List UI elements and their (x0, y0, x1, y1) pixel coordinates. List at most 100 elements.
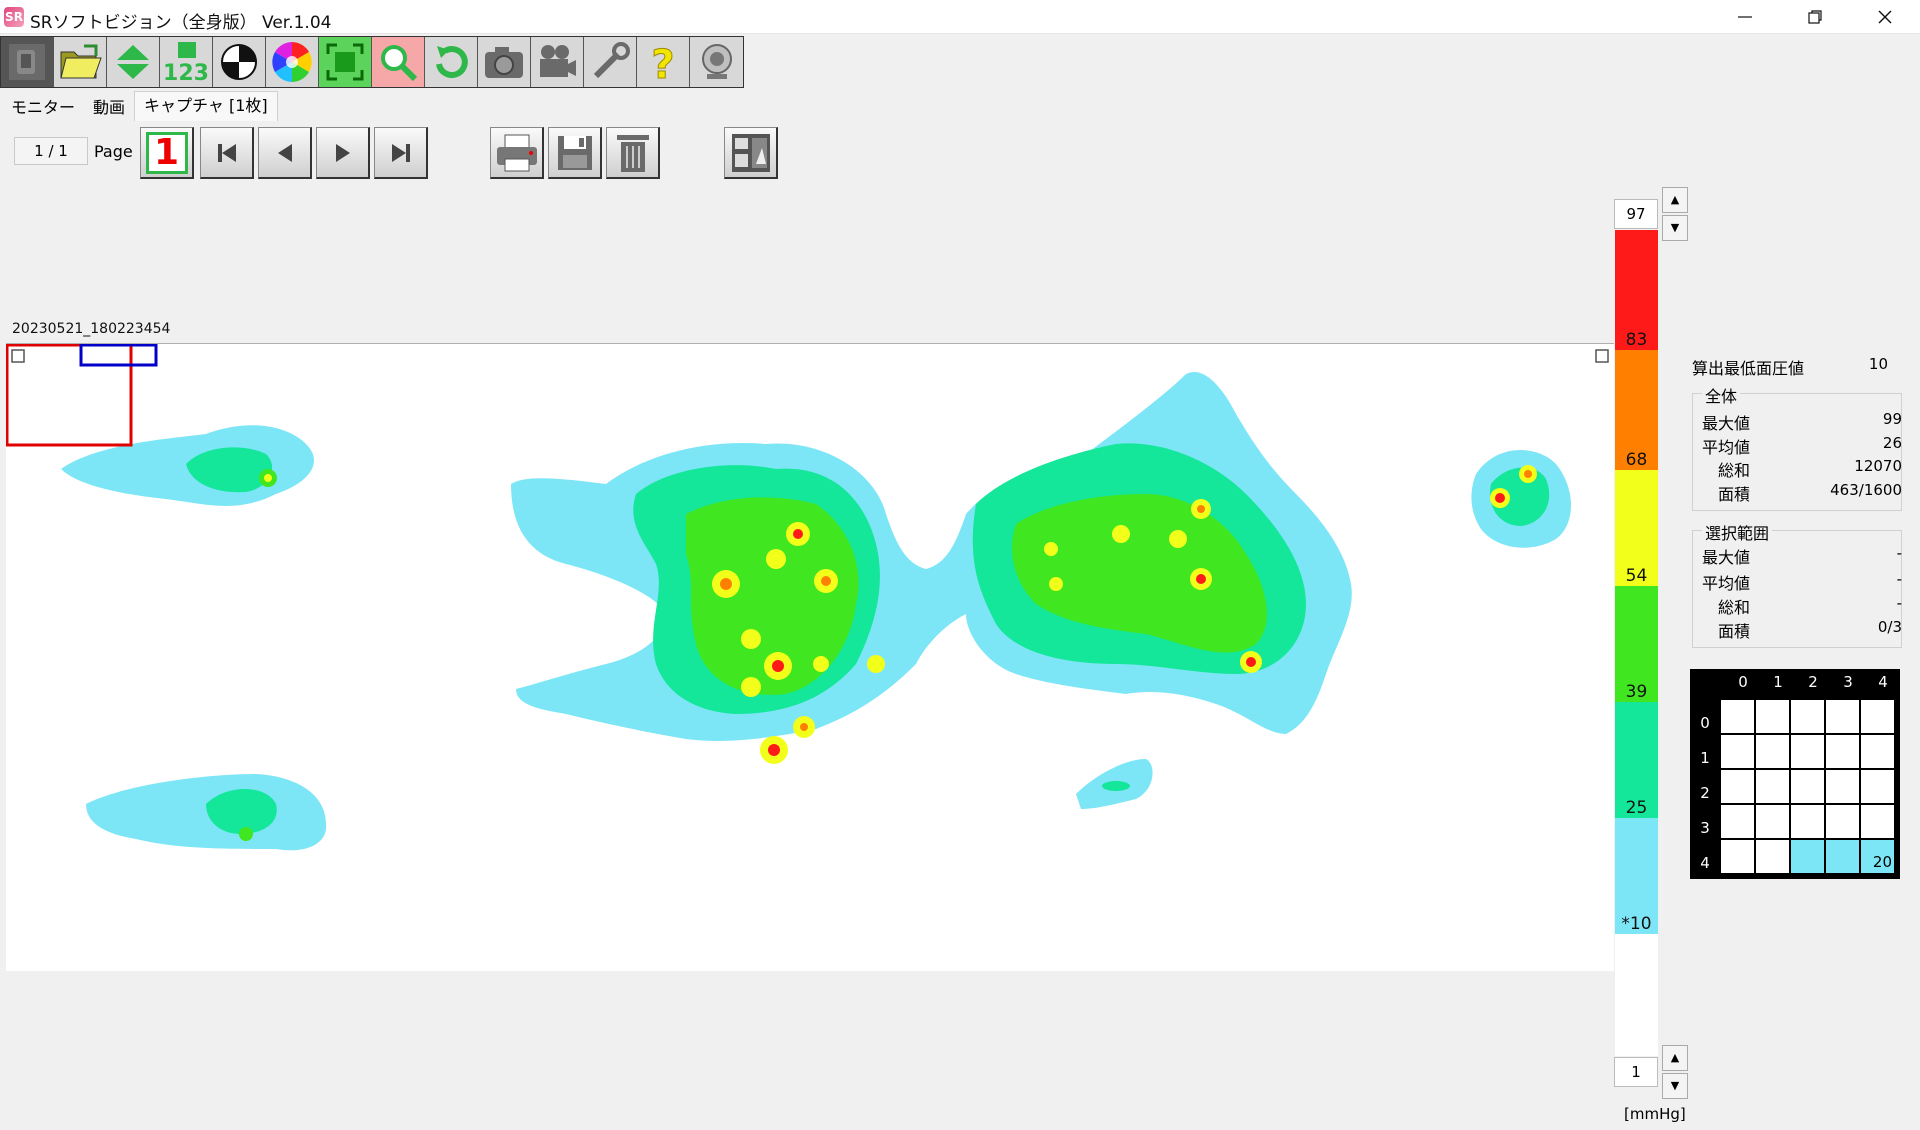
scale-max-field[interactable]: 97 (1614, 199, 1658, 229)
overall-title: 全体 (1702, 383, 1741, 407)
grid-cell[interactable] (1756, 735, 1790, 769)
next-page-button[interactable] (316, 127, 370, 179)
grid-cell-selected[interactable]: 20 (1861, 840, 1895, 874)
previous-icon (277, 143, 292, 162)
color-wheel-icon (272, 42, 312, 82)
rotate-button[interactable] (425, 37, 478, 87)
color-map-button[interactable] (266, 37, 319, 87)
grid-cell[interactable] (1721, 770, 1755, 804)
help-button[interactable]: ? (637, 37, 690, 87)
zoom-button[interactable] (372, 37, 425, 87)
grid-cell[interactable] (1826, 700, 1860, 734)
settings-button[interactable] (584, 37, 637, 87)
camera-button[interactable] (478, 37, 531, 87)
help-icon: ? (651, 42, 675, 85)
scale-min-down-button[interactable]: ▼ (1662, 1073, 1688, 1099)
printer-icon (496, 134, 537, 171)
skip-last-icon (391, 143, 410, 162)
sensor-button[interactable] (1, 37, 54, 87)
grid-cell[interactable] (1826, 805, 1860, 839)
print-button[interactable] (490, 127, 544, 179)
grid-cell[interactable] (1721, 805, 1755, 839)
wrench-icon (593, 42, 630, 79)
grid-cell[interactable] (1826, 770, 1860, 804)
save-icon (557, 135, 592, 170)
webcam-icon (701, 44, 732, 79)
grid-cell[interactable] (1756, 805, 1790, 839)
grid-cell[interactable] (1791, 700, 1825, 734)
page-number-field[interactable]: 1 / 1 (14, 137, 88, 165)
selection-red-box (5, 343, 133, 447)
grid-cell[interactable] (1791, 770, 1825, 804)
minimize-icon (1738, 16, 1752, 18)
scale-max-down-button[interactable]: ▼ (1662, 215, 1688, 241)
tab-movie[interactable]: 動画 (84, 94, 134, 122)
tab-capture[interactable]: キャプチャ [1枚] (134, 91, 278, 121)
grid-cell[interactable] (1721, 735, 1755, 769)
one-label: 1 (153, 131, 180, 173)
selection-title: 選択範囲 (1702, 520, 1773, 544)
grid-cell[interactable] (1721, 700, 1755, 734)
pressure-map[interactable] (5, 343, 1614, 971)
grid-cell[interactable] (1861, 735, 1895, 769)
grid-cell-value: 20 (1872, 853, 1892, 871)
number-display-icon: 123 (164, 42, 208, 84)
blob-right (1471, 450, 1571, 548)
stat-label: 平均値 (1702, 574, 1751, 593)
number-display-button[interactable]: 123 (160, 37, 213, 87)
corner-handle-right (1595, 349, 1609, 363)
grid-cell[interactable] (1756, 700, 1790, 734)
capture-timestamp: 20230521_180223454 (12, 321, 171, 337)
single-page-button[interactable]: 1 (140, 127, 194, 179)
layout-button[interactable] (724, 127, 778, 179)
grid-col-header: 0 (1738, 673, 1748, 691)
overall-avg-row: 平均値 26 (1690, 434, 1902, 458)
first-page-button[interactable] (200, 127, 254, 179)
trash-icon (616, 134, 649, 172)
grid-cell[interactable] (1791, 735, 1825, 769)
minimize-button[interactable] (1710, 0, 1780, 34)
grid-cell[interactable] (1861, 770, 1895, 804)
last-page-button[interactable] (374, 127, 428, 179)
grid-cell[interactable] (1756, 840, 1790, 874)
grid-cell[interactable] (1826, 735, 1860, 769)
grid-row-header: 3 (1700, 819, 1710, 837)
main-toolbar: 123 ? (0, 36, 744, 88)
open-button[interactable] (54, 37, 107, 87)
blob-left-upper (61, 425, 315, 506)
skip-first-icon (217, 143, 236, 162)
delete-button[interactable] (606, 127, 660, 179)
center-of-pressure-button[interactable] (213, 37, 266, 87)
flip-button[interactable] (107, 37, 160, 87)
webcam-button[interactable] (690, 37, 743, 87)
previous-page-button[interactable] (258, 127, 312, 179)
scale-min-up-button[interactable]: ▲ (1662, 1045, 1688, 1071)
close-button[interactable] (1850, 0, 1920, 34)
grid-cell[interactable] (1791, 805, 1825, 839)
scale-label: 25 (1625, 798, 1648, 818)
color-scale-bar: 83 68 54 39 25 *10 (1615, 230, 1658, 1056)
grid-cell[interactable] (1756, 770, 1790, 804)
grid-cell[interactable] (1721, 840, 1755, 874)
stat-label: 総和 (1718, 598, 1751, 617)
fit-frame-button[interactable] (319, 37, 372, 87)
stat-value: - (1896, 570, 1902, 588)
scale-min-field[interactable]: 1 (1614, 1057, 1658, 1087)
grid-cell[interactable] (1861, 805, 1895, 839)
grid-cell-selected[interactable] (1826, 840, 1860, 874)
scale-max-up-button[interactable]: ▲ (1662, 187, 1688, 213)
blob-left-lower (86, 774, 327, 851)
svg-text:123: 123 (164, 61, 208, 84)
scale-label: 54 (1625, 566, 1648, 586)
selection-grid[interactable]: 0 1 2 3 4 0 1 2 3 4 20 (1690, 669, 1900, 879)
min-pressure-row: 算出最低面圧値 10 (1690, 355, 1902, 379)
save-button[interactable] (548, 127, 602, 179)
corner-handle-left (11, 349, 25, 363)
stat-value: - (1896, 594, 1902, 612)
grid-cell[interactable] (1861, 700, 1895, 734)
tab-monitor[interactable]: モニター (2, 94, 84, 122)
movie-button[interactable] (531, 37, 584, 87)
restore-button[interactable] (1780, 0, 1850, 34)
grid-cell-selected[interactable] (1791, 840, 1825, 874)
camera-icon (485, 47, 523, 78)
